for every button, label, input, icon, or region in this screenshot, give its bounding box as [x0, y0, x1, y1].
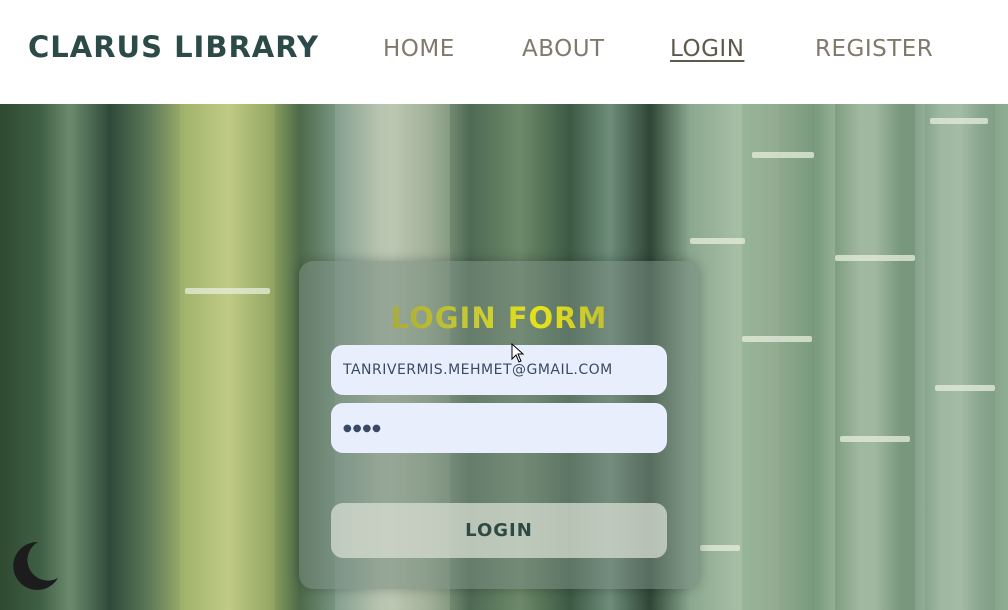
login-button[interactable]: LOGIN [331, 503, 667, 558]
nav-link-login[interactable]: LOGIN [670, 36, 744, 62]
navbar: CLARUS LIBRARY HOME ABOUT LOGIN REGISTER [0, 0, 1002, 104]
bamboo-node [690, 238, 745, 244]
bamboo-node [700, 545, 740, 551]
bamboo-node [742, 336, 812, 342]
bamboo-node [930, 118, 988, 124]
bamboo-node [835, 255, 915, 261]
brand-logo[interactable]: CLARUS LIBRARY [28, 30, 319, 64]
bamboo-node [840, 436, 910, 442]
login-form: LOGIN FORM LOGIN [299, 261, 699, 589]
moon-icon[interactable] [12, 540, 60, 590]
bamboo-node [185, 288, 270, 294]
bamboo-stalk [925, 104, 995, 610]
bamboo-stalk [742, 104, 812, 610]
nav-link-home[interactable]: HOME [383, 36, 455, 62]
nav-link-about[interactable]: ABOUT [522, 36, 605, 62]
bamboo-node [752, 152, 814, 158]
email-input[interactable] [331, 345, 667, 395]
bamboo-stalk [180, 104, 275, 610]
login-page: CLARUS LIBRARY HOME ABOUT LOGIN REGISTER… [0, 0, 1008, 610]
nav-link-register[interactable]: REGISTER [815, 36, 933, 62]
password-input[interactable] [331, 403, 667, 453]
mouse-pointer-icon [511, 342, 525, 367]
bamboo-stalk [835, 104, 915, 610]
bamboo-node [935, 385, 995, 391]
login-form-title: LOGIN FORM [299, 301, 699, 335]
scrollbar[interactable] [1002, 0, 1008, 104]
